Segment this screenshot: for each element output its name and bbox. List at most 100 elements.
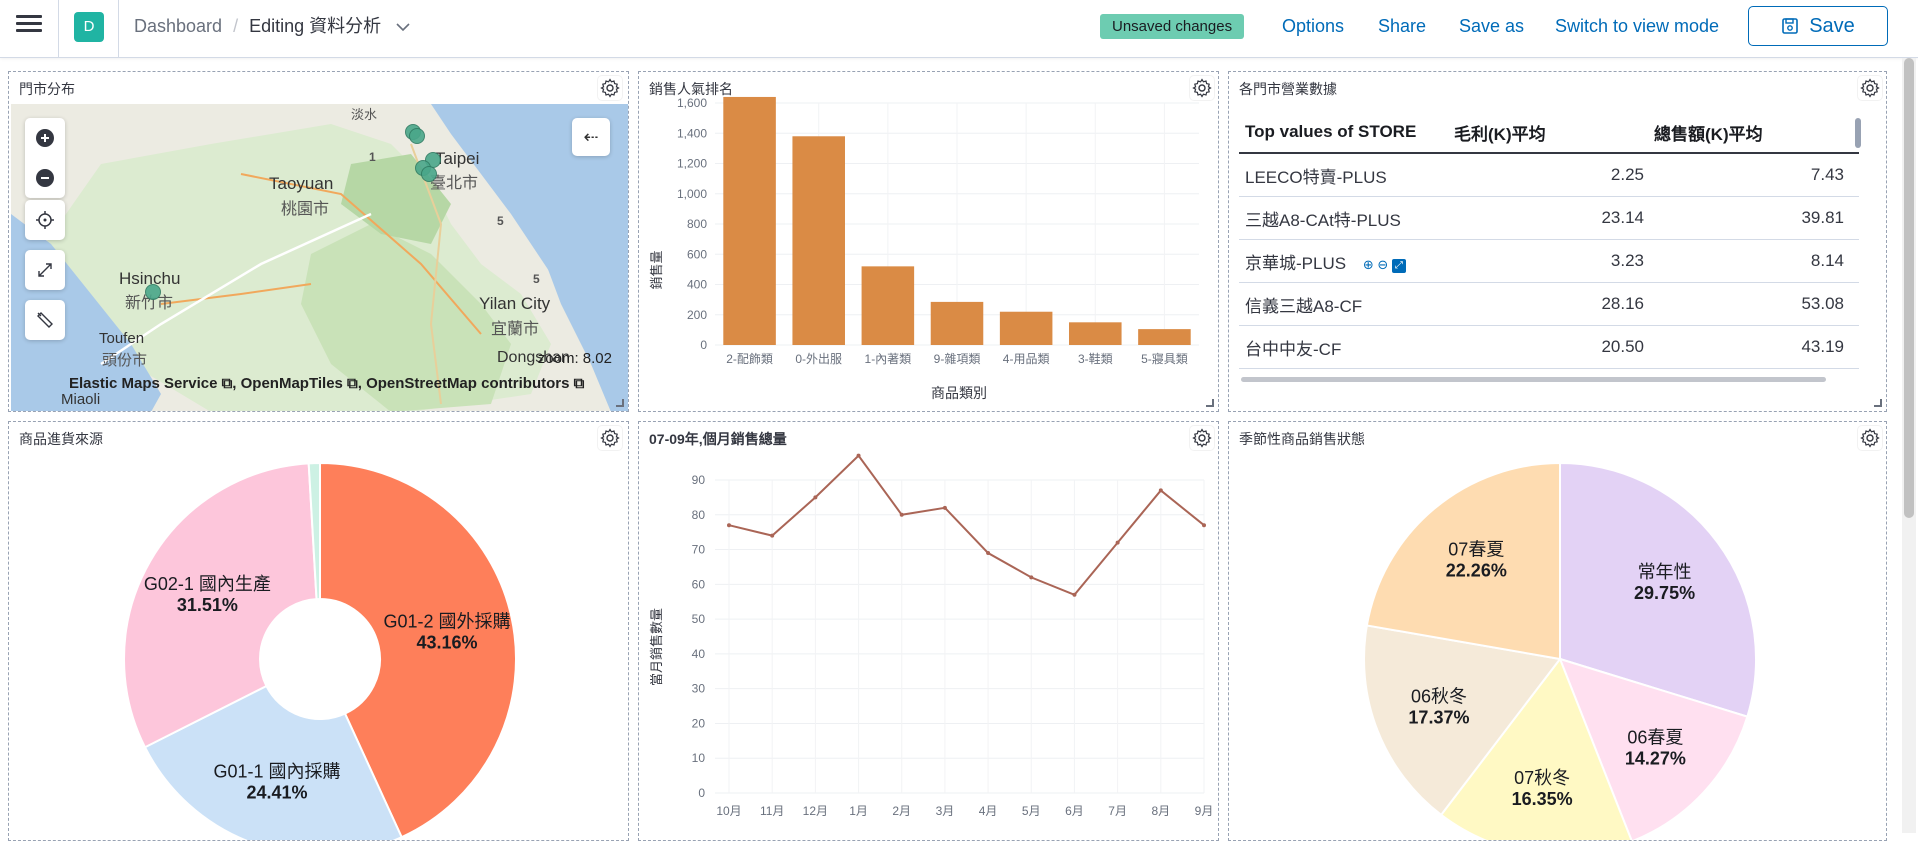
- panel-resize-handle[interactable]: [1874, 399, 1882, 407]
- line-point[interactable]: [1029, 575, 1034, 580]
- line-point[interactable]: [899, 512, 904, 517]
- panel-resize-handle[interactable]: [616, 399, 624, 407]
- chevron-down-icon[interactable]: [396, 16, 410, 38]
- table-row: LEECO特賣-PLUS 2.25 7.43: [1239, 154, 1859, 197]
- line-point[interactable]: [1202, 523, 1206, 528]
- line-y-axis-label: 當月銷售數量: [649, 608, 664, 686]
- line-series: [728, 454, 1205, 596]
- table-cell-profit[interactable]: 23.14: [1454, 208, 1654, 228]
- bar-y-tick-label: 1,200: [677, 157, 707, 171]
- layer-control-icon[interactable]: ⇠: [572, 118, 610, 156]
- bar[interactable]: [930, 301, 984, 345]
- page-scrollbar[interactable]: [1902, 58, 1916, 833]
- table-cell-sales[interactable]: 8.14: [1654, 251, 1854, 271]
- line-point[interactable]: [727, 523, 731, 528]
- map-canvas[interactable]: 淡水 Taipei 臺北市 Taoyuan 桃園市 Hsinchu 新竹市 To…: [11, 104, 628, 411]
- map-zoom-level: zoom: 8.02: [537, 350, 612, 367]
- table-panel: 各門市營業數據 Top values of STORE 毛利(K)平均 總售額(…: [1228, 71, 1887, 412]
- line-y-tick-label: 40: [692, 647, 706, 661]
- table-vertical-scrollbar[interactable]: [1855, 118, 1861, 148]
- bar-chart: 銷售量 商品類別 0 200 400 600 800 1,000 1,200 1,400 1,6…: [649, 96, 1199, 401]
- line-y-tick-label: 60: [692, 577, 706, 591]
- map-label-toufen-zh: 頭份市: [102, 352, 148, 369]
- filter-out-value-icon[interactable]: ⊖: [1377, 257, 1388, 272]
- bar-y-tick-label: 1,000: [677, 187, 707, 201]
- line-chart: 當月銷售數量 0 10 20 30 40 50 60 70 80 90 10月 11月 12月 1月 2月 3…: [649, 453, 1214, 818]
- breadcrumb-dashboard[interactable]: Dashboard: [134, 16, 222, 36]
- table-horizontal-scrollbar[interactable]: [1241, 377, 1826, 382]
- tools-icon[interactable]: [25, 300, 65, 340]
- bar[interactable]: [861, 266, 915, 345]
- table-row: 台中中友-CF 20.50 43.19: [1239, 326, 1859, 369]
- zoom-in-icon[interactable]: [25, 118, 65, 158]
- options-link[interactable]: Options: [1282, 16, 1344, 37]
- line-point[interactable]: [1115, 540, 1120, 545]
- bar[interactable]: [999, 311, 1053, 345]
- table-header-sales[interactable]: 總售額(K)平均: [1654, 120, 1854, 145]
- pie-chart-panel: 季節性商品銷售狀態 常年性 29.75% 06春夏 14.27% 07秋冬 16.35% 0…: [1228, 421, 1887, 841]
- panel-gear-icon[interactable]: [1858, 76, 1882, 100]
- line-point[interactable]: [1072, 592, 1077, 597]
- table-cell-profit[interactable]: 28.16: [1454, 294, 1654, 314]
- bar[interactable]: [792, 136, 845, 345]
- line-x-tick-label: 10月: [716, 804, 741, 818]
- fullscreen-icon[interactable]: [25, 250, 65, 290]
- share-link[interactable]: Share: [1378, 16, 1426, 37]
- table-cell-sales[interactable]: 53.08: [1654, 294, 1854, 314]
- table-header-store[interactable]: Top values of STORE: [1239, 122, 1454, 142]
- filter-for-value-icon[interactable]: ⊕: [1363, 257, 1374, 272]
- line-point[interactable]: [1158, 488, 1163, 493]
- bar-x-tick-label: 3-鞋類: [1078, 351, 1113, 366]
- line-y-tick-label: 80: [692, 508, 706, 522]
- save-as-link[interactable]: Save as: [1459, 16, 1524, 37]
- line-point[interactable]: [856, 453, 861, 458]
- pie-slice-label: 07春夏: [1448, 540, 1504, 560]
- bar-x-tick-label: 9-雜項類: [934, 351, 981, 366]
- zoom-out-icon[interactable]: [25, 158, 65, 198]
- expand-cell-icon[interactable]: ⤢: [1391, 258, 1406, 273]
- line-point[interactable]: [813, 495, 818, 500]
- pie-slice-label: G01-1 國內採購: [213, 762, 340, 782]
- page-scrollbar-thumb[interactable]: [1904, 58, 1914, 518]
- table-cell-store[interactable]: 台中中友-CF: [1239, 335, 1454, 360]
- panel-title-map: 門市分布: [19, 81, 75, 97]
- line-y-tick-label: 90: [692, 473, 706, 487]
- line-x-tick-label: 9月: [1195, 804, 1214, 818]
- breadcrumb-current: Editing 資料分析: [249, 16, 382, 36]
- table-cell-profit[interactable]: 3.23: [1454, 251, 1654, 271]
- table-cell-profit[interactable]: 2.25: [1454, 165, 1654, 185]
- table-cell-sales[interactable]: 39.81: [1654, 208, 1854, 228]
- line-point[interactable]: [942, 505, 947, 510]
- line-point[interactable]: [770, 533, 775, 538]
- line-point[interactable]: [986, 551, 991, 556]
- store-location-marker[interactable]: [421, 166, 437, 182]
- store-location-marker[interactable]: [409, 128, 425, 144]
- map-panel: 門市分布 淡水 Taipei 臺北市 Taoyuan 桃園市 Hsinchu 新…: [8, 71, 629, 412]
- space-avatar[interactable]: D: [74, 12, 104, 42]
- table-cell-store[interactable]: 京華城-PLUS ⊕ ⊖ ⤢: [1239, 249, 1454, 274]
- map-attribution[interactable]: Elastic Maps Service ⧉, OpenMapTiles ⧉, …: [69, 375, 584, 392]
- table-cell-profit[interactable]: 20.50: [1454, 337, 1654, 357]
- table-header-profit[interactable]: 毛利(K)平均: [1454, 120, 1654, 145]
- breadcrumb: Dashboard / Editing 資料分析: [134, 15, 410, 38]
- table-cell-sales[interactable]: 7.43: [1654, 165, 1854, 185]
- pie-slice-label: 06春夏: [1627, 727, 1683, 747]
- bar[interactable]: [723, 96, 776, 345]
- store-location-marker[interactable]: [145, 284, 161, 300]
- bar[interactable]: [1069, 322, 1122, 345]
- bar[interactable]: [1138, 329, 1191, 345]
- hamburger-menu-icon[interactable]: [16, 15, 42, 37]
- table-cell-sales[interactable]: 43.19: [1654, 337, 1854, 357]
- table-cell-store[interactable]: LEECO特賣-PLUS: [1239, 163, 1454, 188]
- panel-resize-handle[interactable]: [1206, 399, 1214, 407]
- panel-gear-icon[interactable]: [598, 76, 622, 100]
- pie-slice-percent: 16.35%: [1512, 789, 1573, 809]
- bar-y-tick-label: 800: [687, 217, 707, 231]
- switch-to-view-mode-link[interactable]: Switch to view mode: [1555, 16, 1719, 37]
- pie-slice-label: 06秋冬: [1411, 686, 1467, 706]
- table-cell-store[interactable]: 三越A8-CAt特-PLUS: [1239, 206, 1454, 231]
- map-label-taoyuan-zh: 桃園市: [281, 201, 330, 218]
- save-button[interactable]: Save: [1748, 6, 1888, 46]
- fit-to-data-icon[interactable]: [25, 200, 65, 240]
- table-cell-store[interactable]: 信義三越A8-CF: [1239, 292, 1454, 317]
